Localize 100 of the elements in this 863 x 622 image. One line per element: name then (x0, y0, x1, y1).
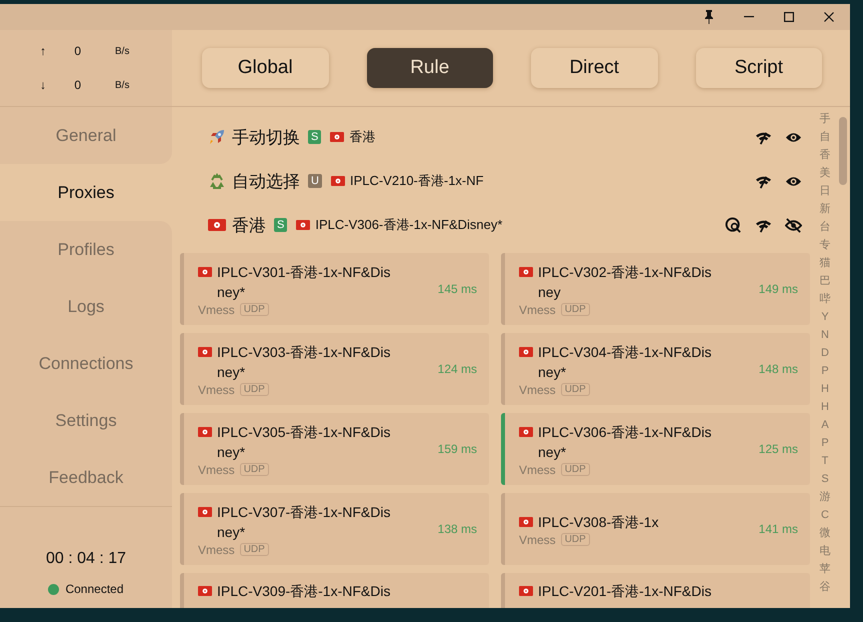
nav-item[interactable]: Settings (0, 392, 172, 449)
proxy-card[interactable]: IPLC-V305-香港-1x-NF&Disney* Vmess UDP 159 ms (180, 413, 489, 485)
udp-tag: UDP (560, 533, 590, 546)
scrollbar-thumb[interactable] (839, 117, 847, 185)
index-letter[interactable]: T (822, 452, 828, 470)
selected-proxy: 香港 (349, 128, 376, 146)
proxy-card[interactable]: IPLC-V302-香港-1x-NF&Disney Vmess UDP 149 ms (501, 253, 810, 325)
index-letter[interactable]: 电 (820, 542, 830, 560)
flag-icon (208, 219, 226, 231)
group-name: 手动切换 (232, 126, 300, 148)
udp-tag: UDP (240, 543, 269, 556)
index-letter[interactable]: 台 (820, 218, 830, 236)
maximize-icon[interactable] (784, 12, 794, 22)
flag-icon (296, 220, 310, 230)
pin-icon[interactable] (704, 10, 714, 24)
traffic-value: 0 (73, 44, 81, 58)
index-letter[interactable]: 猫 (820, 254, 830, 272)
index-letter[interactable]: 巴 (820, 272, 830, 290)
eye-off-icon[interactable] (785, 216, 802, 234)
nav-item[interactable]: Profiles (0, 221, 172, 278)
proxy-card[interactable]: IPLC-V309-香港-1x-NF&Dis (180, 573, 489, 608)
proxy-name: IPLC-V303-香港-1x-NF&Disney* (217, 342, 392, 382)
index-letter[interactable]: 专 (820, 236, 830, 254)
proxy-card[interactable]: IPLC-V308-香港-1x Vmess UDP 141 ms (501, 493, 810, 565)
delay-label: 124 ms (438, 362, 477, 376)
protocol-label: Vmess (198, 382, 235, 396)
index-letter[interactable]: 自 (820, 128, 830, 146)
index-letter[interactable]: 手 (820, 110, 830, 128)
index-letter[interactable]: H (821, 398, 829, 416)
status-label: Connected (65, 582, 124, 596)
group-name: 自动选择 (232, 170, 300, 192)
index-letter[interactable]: H (821, 380, 829, 398)
proxy-name: IPLC-V306-香港-1x-NF&Disney* (538, 422, 712, 462)
close-icon[interactable] (824, 12, 834, 22)
flag-icon (519, 586, 533, 596)
nav-item[interactable]: General (0, 107, 172, 164)
locate-icon[interactable] (725, 216, 742, 234)
proxy-name: IPLC-V308-香港-1x (538, 512, 659, 532)
mode-button[interactable]: Rule (366, 48, 493, 88)
index-letter[interactable]: A (821, 416, 829, 434)
udp-tag: UDP (560, 383, 590, 396)
flag-icon (330, 132, 344, 142)
index-letter[interactable]: C (821, 506, 829, 524)
delay-label: 145 ms (438, 282, 477, 296)
proxy-card[interactable]: IPLC-V307-香港-1x-NF&Disney* Vmess UDP 138 ms (180, 493, 489, 565)
proxy-card[interactable]: IPLC-V303-香港-1x-NF&Disney* Vmess UDP 124 ms (180, 333, 489, 405)
index-letter[interactable]: 谷 (820, 578, 830, 596)
proxy-card[interactable]: IPLC-V306-香港-1x-NF&Disney* Vmess UDP 125 ms (501, 413, 810, 485)
index-letter[interactable]: 日 (820, 182, 830, 200)
proxy-card[interactable]: IPLC-V201-香港-1x-NF&Dis (501, 573, 810, 608)
index-letter[interactable]: 哔 (820, 290, 830, 308)
index-letter[interactable]: S (821, 470, 829, 488)
flag-icon (198, 346, 212, 356)
protocol-label: Vmess (198, 462, 235, 476)
index-letter[interactable]: 美 (820, 164, 830, 182)
index-letter[interactable]: 游 (820, 488, 830, 506)
proxy-name: IPLC-V301-香港-1x-NF&Disney* (217, 262, 392, 302)
proxy-name: IPLC-V304-香港-1x-NF&Disney* (538, 342, 712, 382)
flag-icon (198, 506, 212, 516)
traffic-value: 0 (73, 78, 81, 92)
flag-icon (519, 426, 533, 436)
proxy-card[interactable]: IPLC-V304-香港-1x-NF&Disney* Vmess UDP 148 ms (501, 333, 810, 405)
nav-item[interactable]: Connections (0, 335, 172, 392)
index-letter[interactable]: N (821, 326, 829, 344)
index-letter[interactable]: P (821, 362, 829, 380)
traffic-unit: B/s (115, 45, 130, 58)
selected-proxy: IPLC-V210-香港-1x-NF (350, 172, 484, 190)
uptime-timer: 00 : 04 : 17 (46, 550, 126, 568)
index-letter[interactable]: P (821, 434, 829, 452)
protocol-label: Vmess (519, 382, 556, 396)
proxy-name: IPLC-V309-香港-1x-NF&Dis (217, 582, 390, 601)
index-letter[interactable]: 新 (820, 200, 830, 218)
udp-tag: UDP (240, 463, 269, 476)
group-type-badge: S (274, 218, 288, 232)
delay-label: 159 ms (438, 442, 477, 456)
flag-icon (198, 426, 212, 436)
udp-tag: UDP (240, 383, 269, 396)
selected-proxy: IPLC-V306-香港-1x-NF&Disney* (315, 216, 502, 234)
minimize-icon[interactable] (744, 16, 754, 18)
traffic-unit: B/s (115, 79, 130, 92)
protocol-label: Vmess (519, 302, 556, 316)
flag-icon (519, 346, 533, 356)
index-letter[interactable]: 微 (820, 524, 830, 542)
delay-label: 148 ms (758, 362, 798, 376)
proxy-card[interactable]: IPLC-V301-香港-1x-NF&Disney* Vmess UDP 145 ms (180, 253, 489, 325)
nav-item[interactable]: Feedback (0, 449, 172, 506)
index-letter[interactable]: Y (821, 308, 829, 326)
mode-button[interactable]: Direct (531, 48, 658, 88)
index-letter[interactable]: 苹 (820, 560, 830, 578)
index-letter[interactable]: 香 (820, 146, 830, 164)
mode-button[interactable]: Script (696, 48, 822, 88)
traffic-arrow: ↓ (39, 78, 46, 92)
index-letter[interactable]: D (821, 344, 829, 362)
nav-item[interactable]: Logs (0, 278, 172, 335)
udp-tag: UDP (560, 303, 590, 316)
flag-icon (330, 176, 345, 186)
group-type-badge: S (308, 130, 322, 144)
mode-button[interactable]: Global (202, 48, 328, 88)
group-type-badge: U (308, 174, 322, 188)
group-name: 香港 (232, 214, 266, 236)
